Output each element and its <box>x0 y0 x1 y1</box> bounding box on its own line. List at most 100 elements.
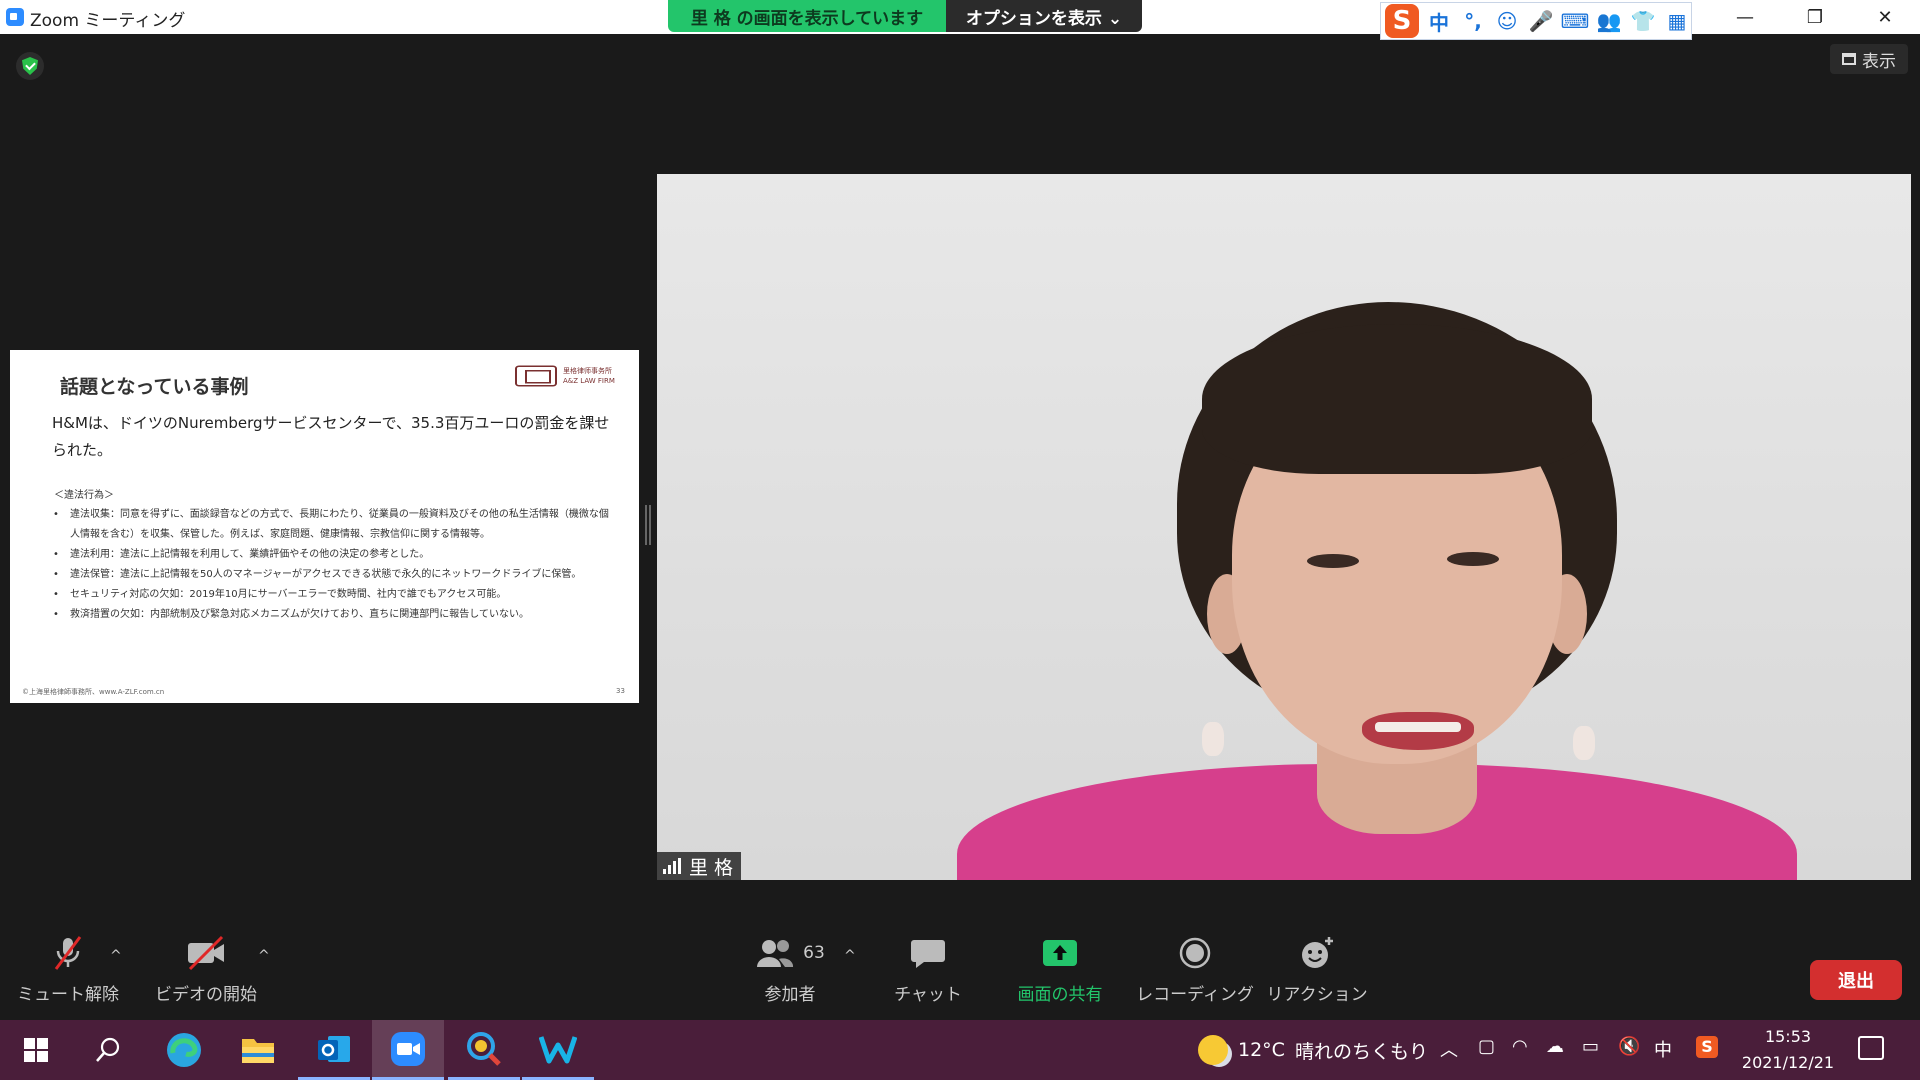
windows-logo-icon <box>24 1038 48 1062</box>
participant-name-tag: 里 格 <box>657 852 741 880</box>
split-resize-handle[interactable] <box>645 505 651 545</box>
logo-text-en: A&Z LAW FIRM <box>563 377 615 385</box>
sogou-tray-icon[interactable]: S <box>1696 1036 1718 1058</box>
clock-time: 15:53 <box>1764 1027 1812 1046</box>
start-video-button[interactable]: ビデオの開始 <box>155 930 257 1005</box>
slide-footer: ©上海里格律師事務所、www.A-ZLF.com.cn <box>22 688 165 696</box>
taskbar-clock[interactable]: 15:53 2021/12/21 <box>1730 1024 1846 1076</box>
show-hidden-icons-chevron-icon[interactable]: ︿ <box>1440 1036 1458 1062</box>
start-video-label: ビデオの開始 <box>155 985 257 1005</box>
signal-strength-icon <box>663 858 681 874</box>
ime-toolbar: S 中 °, ☺ 🎤 ⌨ 👥 👕 ▦ <box>1380 2 1692 40</box>
participants-options-caret[interactable]: ^ <box>844 948 856 964</box>
participant-name: 里 格 <box>689 856 734 879</box>
share-status-banner: 里 格 の画面を表示しています <box>668 0 946 32</box>
ime-punct-icon[interactable]: °, <box>1459 7 1487 35</box>
slide-bullet: 救済措置の欠如：内部統制及び緊急対応メカニズムが欠けており、直ちに関連部門に報告… <box>50 605 610 625</box>
taskbar-search-button[interactable] <box>72 1020 144 1080</box>
edge-browser-icon <box>167 1033 201 1067</box>
participants-button[interactable]: 63 参加者 <box>740 930 840 1005</box>
security-shield-icon[interactable] <box>16 52 44 80</box>
outlook-icon <box>318 1035 350 1062</box>
video-options-caret[interactable]: ^ <box>258 948 270 964</box>
volume-muted-icon[interactable]: 🔇 <box>1618 1036 1640 1057</box>
seal-icon <box>515 365 557 387</box>
participant-count: 63 <box>803 943 825 963</box>
taskbar-edge[interactable] <box>148 1020 220 1080</box>
record-icon <box>1179 937 1211 969</box>
reaction-smiley-icon <box>1302 937 1333 968</box>
zoom-app-icon <box>391 1031 425 1066</box>
ime-emoji-icon[interactable]: ☺ <box>1493 7 1521 35</box>
slide-bullet: セキュリティ対応の欠如：2019年10月にサーバーエラーで数時間、社内で誰でもア… <box>50 585 610 605</box>
chat-icon <box>911 940 945 968</box>
shared-slide: 話題となっている事例 里格律师事务所 A&Z LAW FIRM H&Mは、ドイツ… <box>10 350 639 703</box>
restore-button[interactable]: ❐ <box>1780 0 1850 34</box>
speaker-earring <box>1202 722 1224 756</box>
chat-button[interactable]: チャット <box>878 930 978 1005</box>
speaker-eye <box>1447 552 1499 566</box>
meet-now-icon[interactable]: ▢ <box>1478 1036 1495 1057</box>
zoom-logo-icon <box>6 8 24 26</box>
onedrive-cloud-icon[interactable]: ☁ <box>1546 1036 1564 1057</box>
share-screen-button[interactable]: 画面の共有 <box>1010 930 1110 1005</box>
camera-off-icon <box>188 935 224 971</box>
ime-language-indicator[interactable]: 中 <box>1654 1036 1672 1062</box>
speaker-earring <box>1573 726 1595 760</box>
leave-button[interactable]: 退出 <box>1810 960 1902 1000</box>
mute-label: ミュート解除 <box>17 985 119 1005</box>
search-icon <box>96 1037 120 1062</box>
magnifier-app-icon <box>467 1031 501 1066</box>
weather-description: 晴れのちくもり <box>1294 1040 1428 1063</box>
mic-muted-icon <box>54 936 82 970</box>
record-button[interactable]: レコーディング <box>1135 930 1255 1005</box>
speaker-video <box>657 174 1911 880</box>
view-button[interactable]: 表示 <box>1830 44 1908 74</box>
slide-title: 話題となっている事例 <box>60 376 249 398</box>
start-button[interactable] <box>0 1020 72 1080</box>
wifi-icon[interactable]: ◠ <box>1512 1036 1528 1057</box>
clock-date: 2021/12/21 <box>1741 1053 1835 1072</box>
slide-bullet: 違法保管：違法に上記情報を50人のマネージャーがアクセスできる状態で永久的にネッ… <box>50 565 610 585</box>
slide-bullet-list: 違法収集：同意を得ずに、面談録音などの方式で、長期にわたり、従業員の一般資料及び… <box>50 505 610 625</box>
taskbar-search-app[interactable] <box>448 1020 520 1080</box>
reactions-button[interactable]: リアクション <box>1266 930 1368 1005</box>
mute-button[interactable]: ミュート解除 <box>17 930 119 1005</box>
ime-lang-icon[interactable]: 中 <box>1425 7 1453 35</box>
taskbar-w-app[interactable] <box>522 1020 594 1080</box>
slide-bullet: 違法利用：違法に上記情報を利用して、業績評価やその他の決定の参考とした。 <box>50 545 610 565</box>
ime-user-icon[interactable]: 👥 <box>1595 7 1623 35</box>
speaker-teeth <box>1375 722 1461 732</box>
speaker-bangs <box>1202 324 1592 474</box>
partly-cloudy-icon <box>1198 1035 1228 1065</box>
battery-icon[interactable]: ▭ <box>1582 1036 1599 1057</box>
ime-menu-icon[interactable]: ▦ <box>1663 7 1691 35</box>
notification-center-icon[interactable] <box>1858 1036 1884 1060</box>
view-button-label: 表示 <box>1862 51 1896 72</box>
ime-keyboard-icon[interactable]: ⌨ <box>1561 7 1590 35</box>
share-screen-label: 画面の共有 <box>1017 985 1103 1005</box>
ime-mic-icon[interactable]: 🎤 <box>1527 7 1555 35</box>
weather-temperature: 12°C <box>1238 1039 1285 1061</box>
record-label: レコーディング <box>1136 985 1254 1005</box>
taskbar-zoom[interactable] <box>372 1020 444 1080</box>
ime-skin-icon[interactable]: 👕 <box>1629 7 1657 35</box>
minimize-button[interactable]: — <box>1710 0 1780 34</box>
reactions-label: リアクション <box>1266 985 1368 1005</box>
view-options-button[interactable]: オプションを表示 ⌄ <box>946 0 1142 32</box>
share-screen-icon <box>1043 940 1077 966</box>
slide-page-number: 33 <box>616 687 625 695</box>
sogou-logo-icon[interactable]: S <box>1385 4 1419 38</box>
chat-label: チャット <box>894 985 962 1005</box>
taskbar-outlook[interactable] <box>298 1020 370 1080</box>
law-firm-logo: 里格律师事务所 A&Z LAW FIRM <box>515 360 631 394</box>
close-button[interactable]: ✕ <box>1850 0 1920 34</box>
slide-section-heading: ＜違法行為＞ <box>54 490 114 501</box>
taskbar-file-explorer[interactable] <box>222 1020 294 1080</box>
weather-widget[interactable]: 12°C 晴れのちくもり <box>1198 1032 1428 1068</box>
slide-lead-text: H&Mは、ドイツのNurembergサービスセンターで、35.3百万ユーロの罰金… <box>52 414 610 459</box>
mute-options-caret[interactable]: ^ <box>110 948 122 964</box>
folder-icon <box>242 1039 274 1063</box>
participants-label: 参加者 <box>764 985 816 1005</box>
window-title: Zoom ミーティング <box>30 11 186 31</box>
